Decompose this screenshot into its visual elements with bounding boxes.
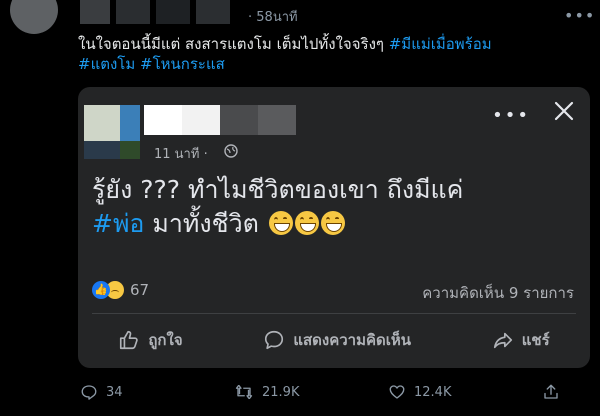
author-name-redacted (80, 0, 110, 24)
comments-count[interactable]: ความคิดเห็น 9 รายการ (422, 281, 574, 305)
reactions-summary[interactable]: 👍 67 (92, 279, 149, 301)
separator: · (248, 10, 253, 25)
grinning-emoji-icon (294, 211, 319, 235)
retweet-button[interactable]: 21.9K (234, 383, 344, 401)
hashtag-link[interactable]: #โหนกระแส (140, 55, 225, 73)
post-text-line: มาทั้งชีวิต (144, 209, 267, 238)
tweet-body: ในใจตอนนี้มีแต่ สงสารแตงโม เต็มไปทั้งใจจ… (78, 34, 588, 74)
grinning-emoji-icon (268, 211, 293, 235)
like-count: 12.4K (414, 384, 452, 400)
author-handle-redacted (196, 0, 230, 24)
post-time[interactable]: 11 นาที · (154, 143, 208, 164)
fb-avatar-redacted (84, 105, 120, 141)
author-handle-redacted (156, 0, 190, 24)
share-upload-icon (544, 384, 558, 399)
like-label: ถูกใจ (148, 331, 183, 349)
share-icon (493, 332, 512, 349)
post-text: รู้ยัง ??? ทำไมชีวิตของเขา ถึงมีแค่ #พ่อ… (92, 173, 572, 241)
author-name-redacted (116, 0, 150, 24)
share-label: แชร์ (521, 331, 550, 349)
fb-name-redacted (258, 105, 296, 135)
tweet-text: ในใจตอนนี้มีแต่ สงสารแตงโม เต็มไปทั้งใจจ… (78, 35, 384, 53)
more-horizontal-icon[interactable]: ••• (564, 6, 595, 25)
comment-icon (265, 330, 284, 350)
facebook-post-card[interactable]: ••• 11 นาที · รู้ยัง ??? ทำไมชีวิตของเขา… (78, 87, 590, 368)
fb-avatar-redacted (120, 105, 140, 141)
retweet-count: 21.9K (262, 384, 300, 400)
fb-avatar-redacted (120, 141, 140, 159)
like-reaction-icon: 👍 (92, 281, 110, 299)
globe-icon (224, 144, 238, 158)
comment-label: แสดงความคิดเห็น (293, 331, 412, 349)
retweet-icon (235, 384, 253, 400)
heart-icon (389, 385, 405, 399)
divider (92, 313, 576, 314)
reaction-count: 67 (130, 281, 150, 299)
reply-button[interactable]: 34 (80, 383, 190, 401)
fb-name-redacted (144, 105, 182, 135)
like-button[interactable]: ถูกใจ (118, 328, 183, 352)
tweet-timestamp[interactable]: · 58นาที (248, 6, 298, 27)
like-tweet-button[interactable]: 12.4K (388, 383, 498, 401)
fb-avatar-redacted (84, 141, 120, 159)
timestamp-text: 58นาที (256, 10, 298, 25)
share-tweet-button[interactable] (542, 383, 560, 401)
hashtag-link[interactable]: #แตงโม (78, 55, 135, 73)
fb-name-redacted (220, 105, 258, 135)
post-actions: ถูกใจ แสดงความคิดเห็น แชร์ (78, 323, 590, 357)
hashtag-link[interactable]: #มีแม่เมื่อพร้อม (389, 35, 492, 53)
grinning-emoji-icon (320, 211, 345, 235)
reply-count: 34 (106, 384, 123, 400)
author-avatar[interactable] (10, 0, 58, 34)
reply-icon (81, 385, 97, 400)
close-icon[interactable] (552, 99, 576, 123)
post-text-line: รู้ยัง ??? ทำไมชีวิตของเขา ถึงมีแค่ (92, 175, 464, 204)
thumbs-up-icon (120, 330, 139, 350)
tweet-action-bar: 34 21.9K 12.4K (80, 380, 560, 404)
hashtag-link[interactable]: #พ่อ (92, 209, 144, 238)
fb-name-redacted (182, 105, 220, 135)
share-button[interactable]: แชร์ (492, 328, 550, 352)
more-horizontal-icon[interactable]: ••• (492, 105, 530, 126)
comment-button[interactable]: แสดงความคิดเห็น (263, 328, 411, 352)
